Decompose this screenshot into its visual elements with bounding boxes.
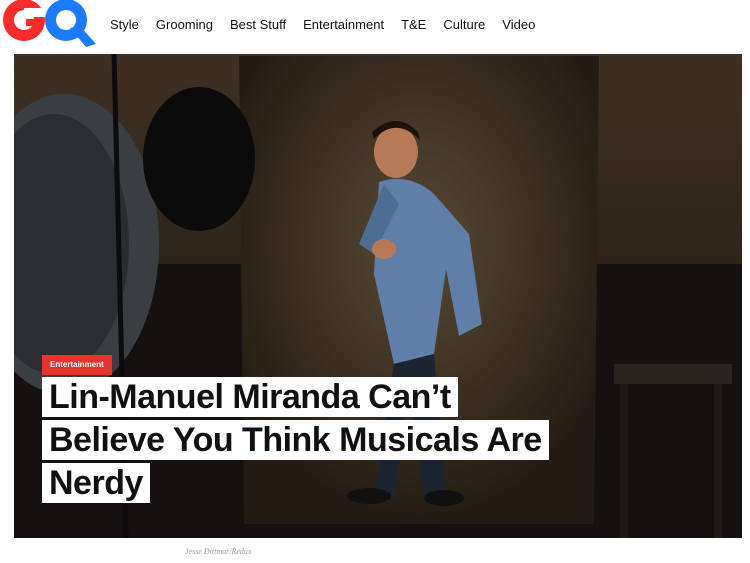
main-nav: Style Grooming Best Stuff Entertainment … bbox=[110, 0, 552, 48]
nav-item-culture[interactable]: Culture bbox=[443, 17, 485, 32]
nav-item-grooming[interactable]: Grooming bbox=[156, 17, 213, 32]
category-tag[interactable]: Entertainment bbox=[42, 355, 112, 375]
site-header: Style Grooming Best Stuff Entertainment … bbox=[0, 0, 750, 50]
nav-item-style[interactable]: Style bbox=[110, 17, 139, 32]
nav-item-entertainment[interactable]: Entertainment bbox=[303, 17, 384, 32]
hero-image[interactable]: Entertainment Lin-Manuel Miranda Can’t B… bbox=[14, 54, 742, 538]
gq-logo[interactable] bbox=[0, 0, 100, 48]
article-headline[interactable]: Lin-Manuel Miranda Can’t Believe You Thi… bbox=[42, 377, 602, 506]
photo-credit: Jesse Dittmar/Redux bbox=[185, 547, 252, 556]
nav-item-te[interactable]: T&E bbox=[401, 17, 426, 32]
headline-line-3: Nerdy bbox=[42, 463, 150, 503]
nav-item-best-stuff[interactable]: Best Stuff bbox=[230, 17, 286, 32]
headline-line-2: Believe You Think Musicals Are bbox=[42, 420, 549, 460]
headline-line-1: Lin-Manuel Miranda Can’t bbox=[42, 377, 458, 417]
nav-item-video[interactable]: Video bbox=[502, 17, 535, 32]
